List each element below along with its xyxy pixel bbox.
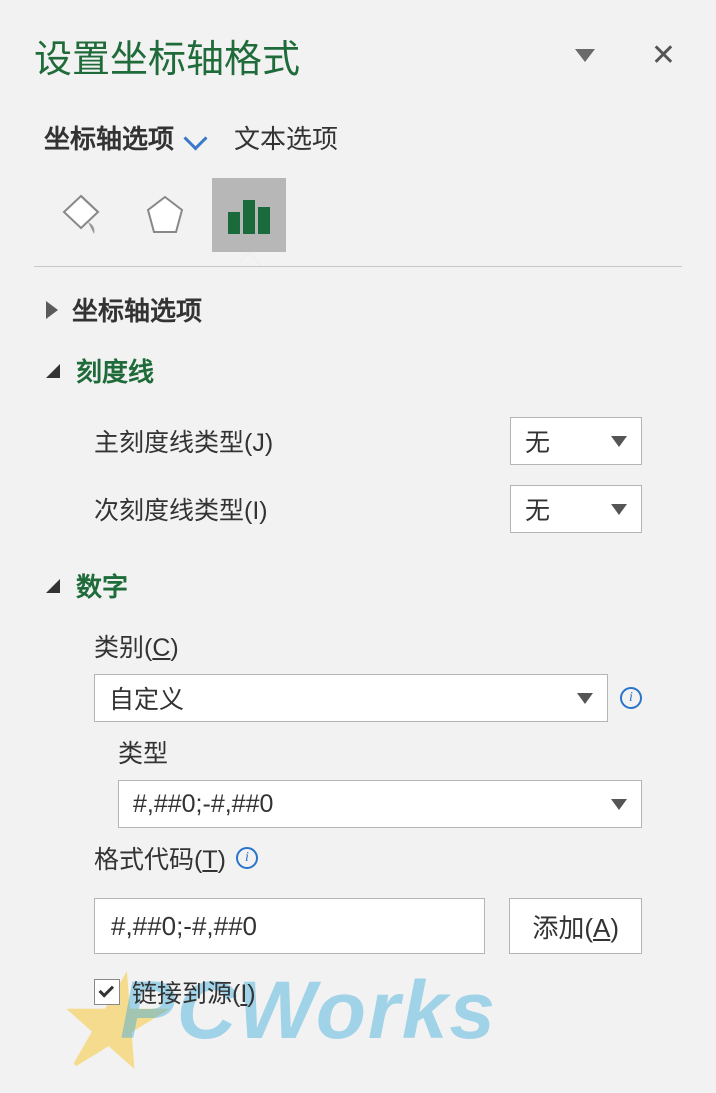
- dropdown-arrow-icon: [611, 799, 627, 810]
- effects-icon[interactable]: [128, 178, 202, 252]
- checkmark-icon: [99, 982, 115, 998]
- tab-text-options[interactable]: 文本选项: [234, 119, 338, 156]
- format-code-label: 格式代码(T) i: [94, 840, 642, 876]
- axis-options-icon[interactable]: [212, 178, 286, 252]
- type-value: #,##0;-#,##0: [133, 790, 273, 819]
- dropdown-arrow-icon: [611, 504, 627, 515]
- tab-axis-options[interactable]: 坐标轴选项: [44, 119, 206, 156]
- tab-text-options-label: 文本选项: [234, 119, 338, 156]
- expand-arrow-icon: [46, 301, 58, 319]
- major-tick-value: 无: [525, 423, 550, 459]
- chevron-down-icon: [188, 132, 206, 144]
- collapse-arrow-icon: [46, 364, 60, 378]
- section-title-number: 数字: [76, 567, 128, 604]
- section-header-tick-marks[interactable]: 刻度线: [46, 352, 682, 389]
- minor-tick-label: 次刻度线类型(I): [94, 491, 268, 527]
- pane-title: 设置坐标轴格式: [34, 28, 300, 83]
- tab-axis-options-label: 坐标轴选项: [44, 119, 174, 156]
- format-code-input[interactable]: [94, 898, 485, 954]
- type-label: 类型: [118, 734, 642, 770]
- info-icon[interactable]: i: [236, 847, 258, 869]
- minor-tick-value: 无: [525, 491, 550, 527]
- section-header-number[interactable]: 数字: [46, 567, 682, 604]
- minor-tick-select[interactable]: 无: [510, 485, 642, 533]
- pane-menu-dropdown-icon[interactable]: [575, 49, 595, 62]
- fill-line-icon[interactable]: [44, 178, 118, 252]
- info-icon[interactable]: i: [620, 687, 642, 709]
- major-tick-select[interactable]: 无: [510, 417, 642, 465]
- dropdown-arrow-icon: [577, 693, 593, 704]
- type-select[interactable]: #,##0;-#,##0: [118, 780, 642, 828]
- category-label: 类别(C): [94, 628, 642, 664]
- section-header-axis-options[interactable]: 坐标轴选项: [46, 291, 682, 328]
- collapse-arrow-icon: [46, 579, 60, 593]
- add-button[interactable]: 添加(A): [509, 898, 642, 954]
- linked-to-source-checkbox[interactable]: [94, 979, 120, 1005]
- major-tick-label: 主刻度线类型(J): [94, 423, 273, 459]
- dropdown-arrow-icon: [611, 436, 627, 447]
- category-select[interactable]: 自定义: [94, 674, 608, 722]
- linked-to-source-label: 链接到源(I): [132, 974, 256, 1010]
- section-title-axis-options: 坐标轴选项: [72, 291, 202, 328]
- category-value: 自定义: [109, 680, 184, 716]
- section-title-tick-marks: 刻度线: [76, 352, 154, 389]
- close-icon[interactable]: ✕: [651, 38, 676, 73]
